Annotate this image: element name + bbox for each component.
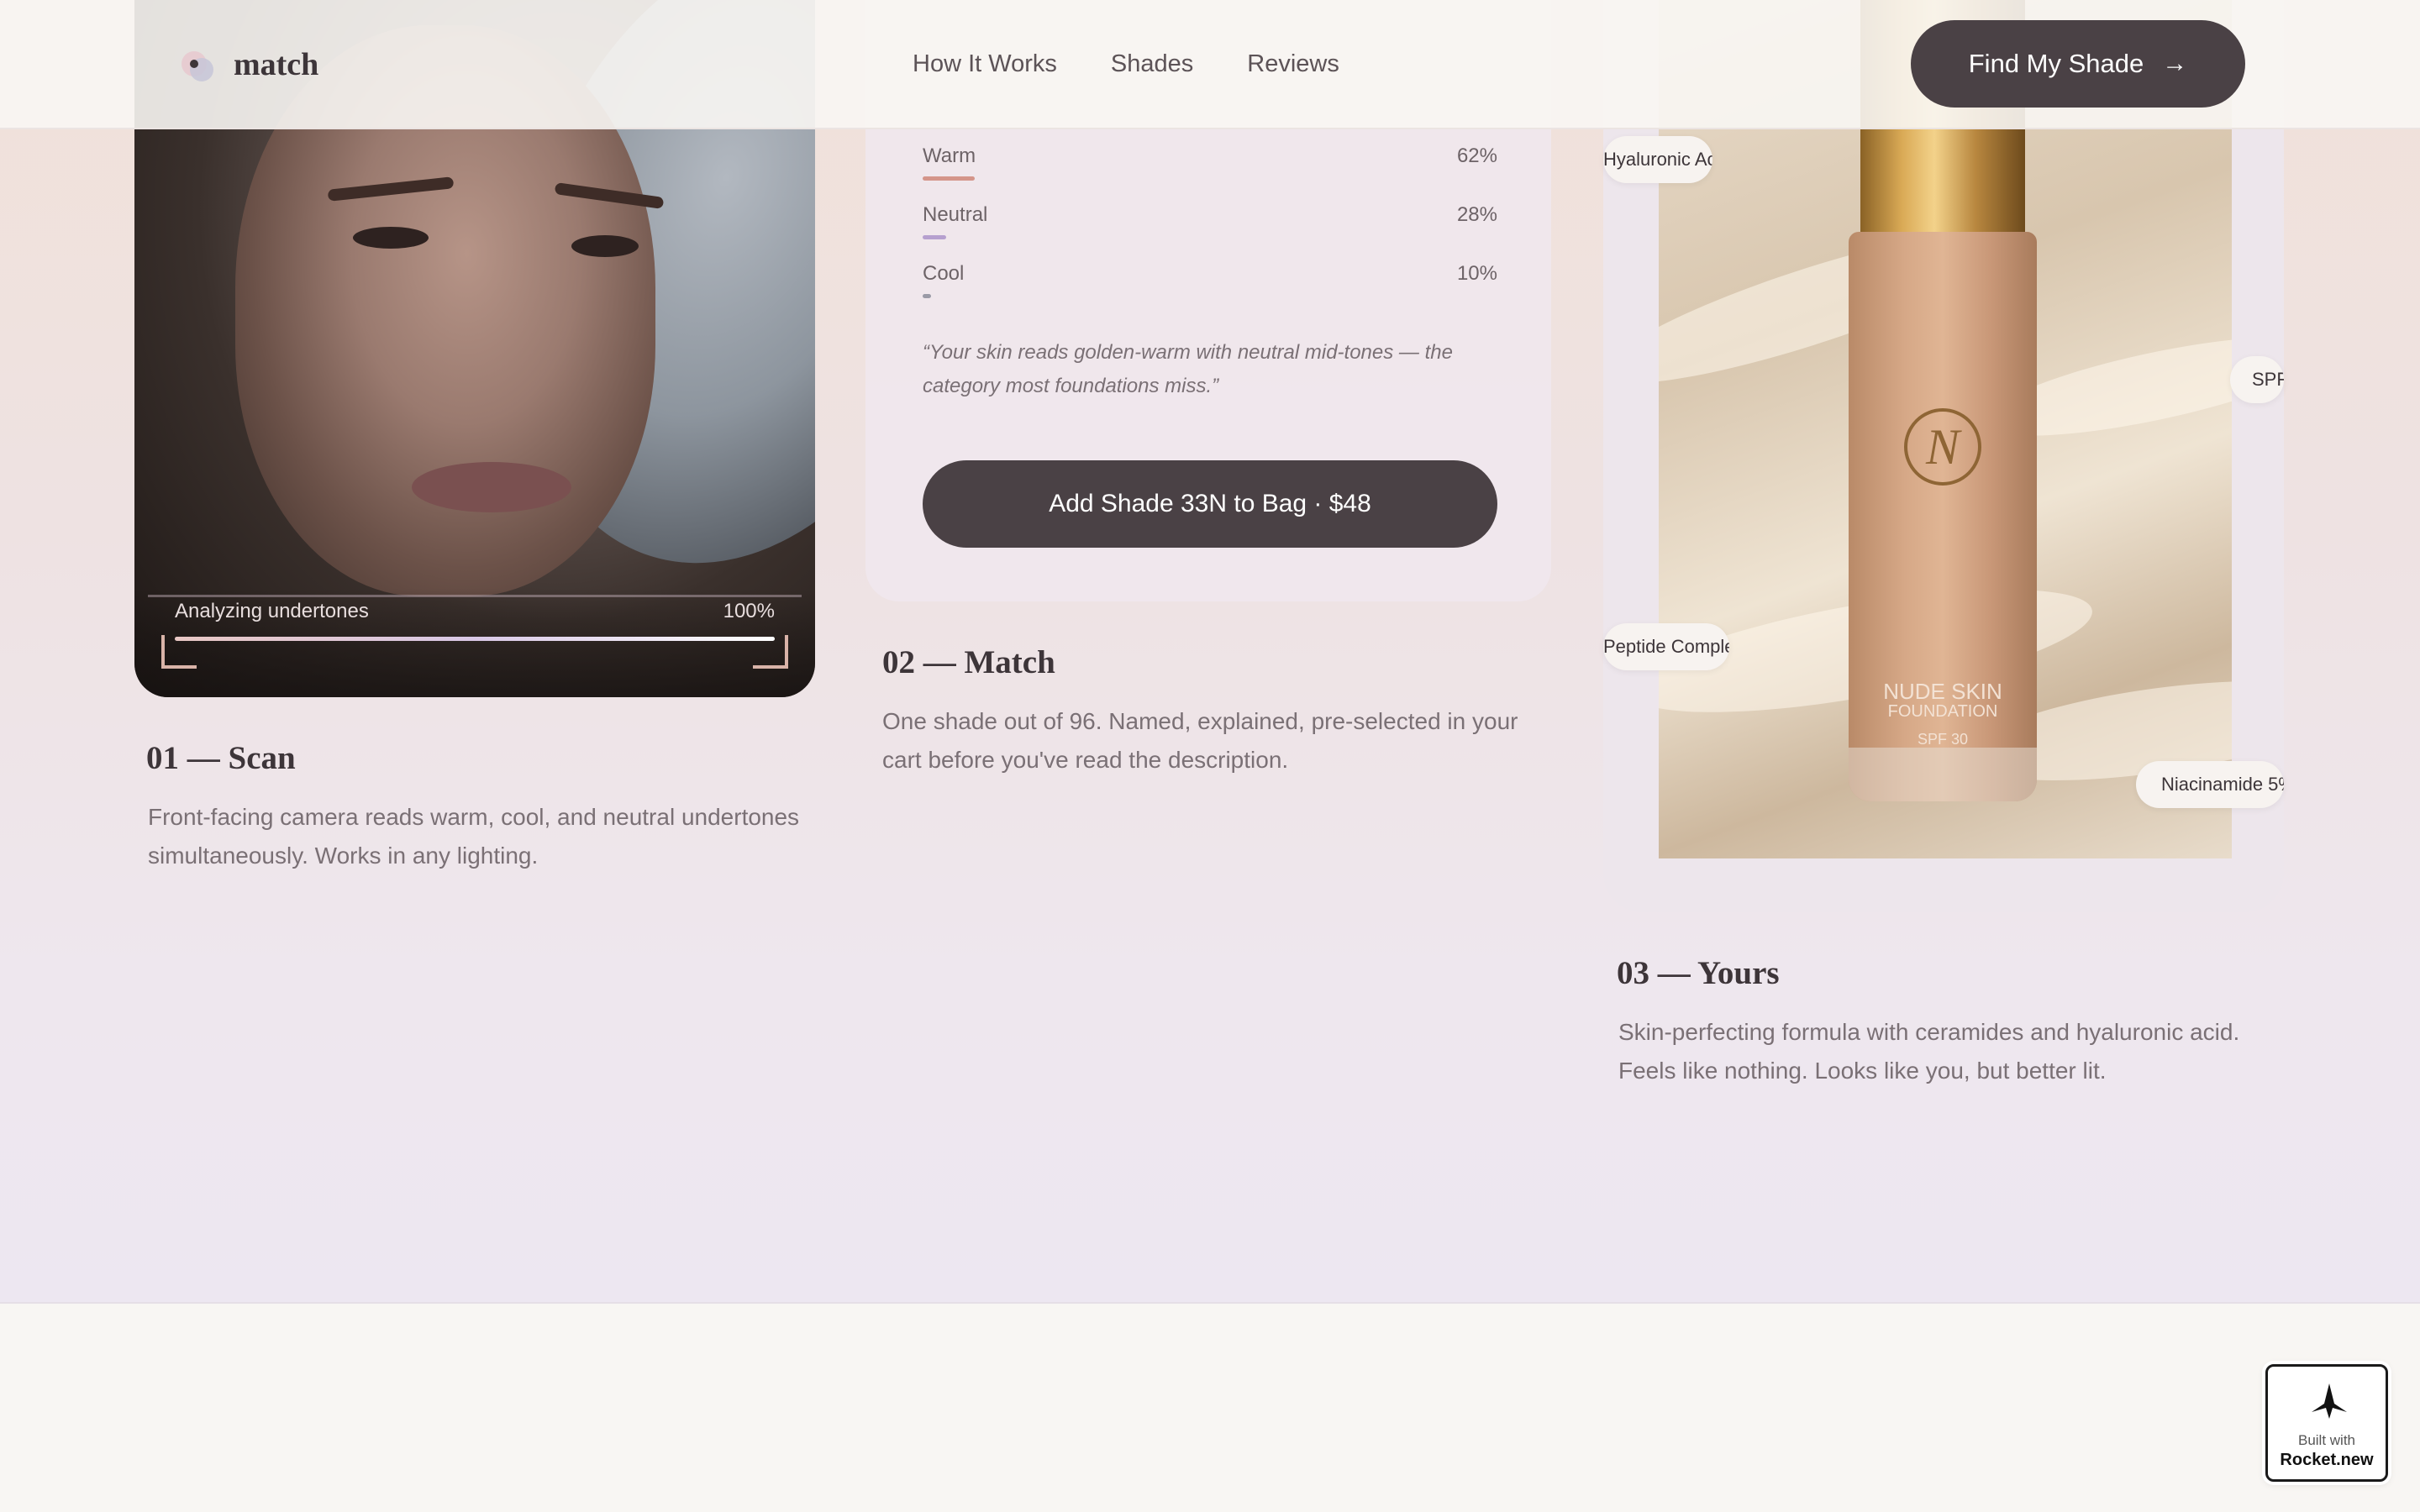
product-label-line1: NUDE SKIN — [1883, 679, 2002, 704]
step-title-match: 02 — Match — [882, 644, 1055, 680]
nav-reviews[interactable]: Reviews — [1247, 47, 1339, 81]
undertone-percent: 28% — [1456, 203, 1497, 226]
step-desc-match: One shade out of 96. Named, explained, p… — [882, 708, 1518, 773]
step-desc-yours: Skin-perfecting formula with ceramides a… — [1618, 1019, 2240, 1084]
ingredient-tag: Hyaluronic Acid — [1603, 136, 1712, 183]
ingredient-tag: SPF 30 — [2230, 356, 2284, 403]
undertone-name: Warm — [923, 144, 976, 167]
brand-logo[interactable]: match — [178, 44, 318, 86]
scan-progress-fill — [175, 637, 775, 641]
viewfinder-corner-icon — [161, 635, 197, 669]
badge-line1: Built with — [2297, 1432, 2356, 1448]
step-title-yours: 03 — Yours — [1617, 955, 1780, 991]
main-nav: How It Works Shades Reviews — [913, 47, 1339, 81]
bottle-base — [1849, 748, 2037, 801]
nav-shades[interactable]: Shades — [1111, 47, 1193, 81]
scan-line — [148, 595, 802, 597]
site-header: match How It Works Shades Reviews Find M… — [0, 0, 2420, 129]
built-with-badge[interactable]: Built with Rocket.new — [2265, 1364, 2388, 1482]
undertone-bar — [923, 176, 975, 181]
undertone-name: Neutral — [923, 203, 988, 226]
ingredient-tag: Niacinamide 5% — [2136, 761, 2284, 808]
undertone-bar — [923, 294, 931, 298]
ingredient-tag-label: Niacinamide 5% — [2161, 774, 2284, 795]
product-logo-icon: N — [1904, 408, 1981, 486]
nav-how-it-works[interactable]: How It Works — [913, 47, 1057, 81]
logo-mark-icon — [178, 46, 215, 83]
find-my-shade-label: Find My Shade — [1968, 49, 2144, 78]
undertone-name: Cool — [923, 262, 965, 285]
ingredient-tag: Peptide Complex — [1603, 623, 1729, 670]
undertone-bar — [923, 235, 946, 239]
brand-name: match — [234, 47, 319, 82]
ingredient-tag-label: Hyaluronic Acid — [1603, 149, 1712, 170]
step-title-scan: 01 — Scan — [146, 740, 296, 776]
ingredient-tag-label: SPF 30 — [2252, 369, 2284, 390]
add-to-bag-button[interactable]: Add Shade 33N to Bag · $48 — [923, 460, 1497, 548]
scan-percent: 100% — [723, 600, 775, 622]
rocket-icon — [2312, 1383, 2347, 1419]
undertone-percent: 62% — [1456, 144, 1497, 167]
scan-progress-bar — [175, 637, 775, 641]
scan-status-label: Analyzing undertones — [175, 600, 369, 622]
ingredient-tag-label: Peptide Complex — [1603, 636, 1729, 657]
badge-line2: Rocket.new — [2280, 1451, 2374, 1469]
product-label-line3: SPF 30 — [1917, 731, 1969, 748]
match-quote: “Your skin reads golden-warm with neutra… — [923, 341, 1453, 397]
find-my-shade-button[interactable]: Find My Shade → — [1911, 20, 2245, 108]
viewfinder-corner-icon — [753, 635, 788, 669]
step-desc-scan: Front-facing camera reads warm, cool, an… — [148, 804, 800, 869]
arrow-right-icon: → — [2162, 50, 2188, 77]
undertone-percent: 10% — [1456, 262, 1497, 285]
product-label-line2: FOUNDATION — [1887, 702, 1998, 721]
